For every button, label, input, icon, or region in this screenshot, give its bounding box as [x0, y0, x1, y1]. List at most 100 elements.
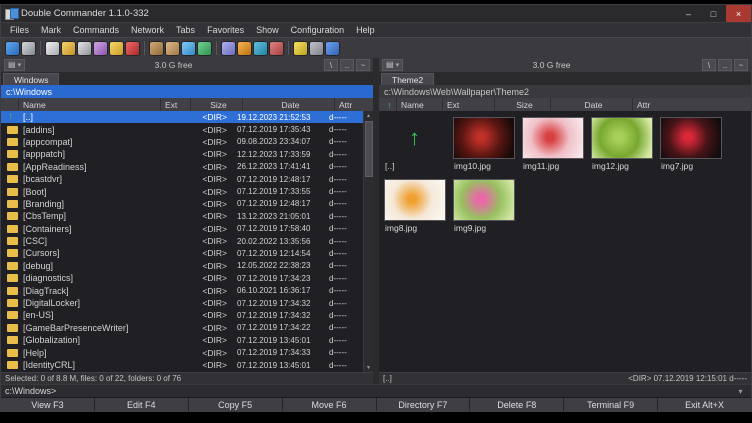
file-row[interactable]: [AppReadiness]<DIR>26.12.2023 17:41:41d-… — [1, 161, 363, 173]
search-icon[interactable] — [182, 42, 195, 55]
right-parent-dir-button[interactable]: .. — [718, 59, 732, 71]
file-row[interactable]: [apppatch]<DIR>12.12.2023 17:33:59d----- — [1, 148, 363, 160]
title-bar[interactable]: Double Commander 1.1.0-332 – □ × — [1, 5, 751, 22]
column-attr[interactable]: Attr — [633, 98, 751, 111]
column-ext[interactable]: Ext — [161, 98, 191, 111]
column-size[interactable]: Size — [495, 98, 551, 111]
scrollbar-thumb[interactable] — [365, 121, 373, 177]
fn-button-f6[interactable]: Move F6 — [283, 398, 376, 411]
command-history-dropdown-icon[interactable]: ▾ — [734, 387, 747, 396]
view-icon[interactable] — [46, 42, 59, 55]
column-icon[interactable] — [1, 98, 19, 111]
left-home-dir-button[interactable]: ~ — [356, 59, 370, 71]
left-root-dir-button[interactable]: \ — [324, 59, 338, 71]
fn-button-alt-x[interactable]: Exit Alt+X — [658, 398, 751, 411]
configuration-icon[interactable] — [310, 42, 323, 55]
new-folder-icon[interactable] — [110, 42, 123, 55]
move-icon[interactable] — [94, 42, 107, 55]
file-row[interactable]: [Cursors]<DIR>07.12.2019 12:14:54d----- — [1, 247, 363, 259]
thumbnail-item[interactable]: img8.jpg — [380, 178, 449, 233]
file-row[interactable]: [IdentityCRL]<DIR>07.12.2019 13:45:01d--… — [1, 359, 363, 371]
file-row[interactable]: [Boot]<DIR>07.12.2019 17:33:55d----- — [1, 185, 363, 197]
fn-button-f4[interactable]: Edit F4 — [95, 398, 188, 411]
file-row[interactable]: [diagnostics]<DIR>07.12.2019 17:34:23d--… — [1, 272, 363, 284]
fn-button-f8[interactable]: Delete F8 — [470, 398, 563, 411]
fn-button-f3[interactable]: View F3 — [1, 398, 94, 411]
file-size: <DIR> — [181, 310, 233, 320]
edit-icon[interactable] — [62, 42, 75, 55]
file-row[interactable]: [Containers]<DIR>07.12.2019 17:58:40d---… — [1, 223, 363, 235]
compare-icon[interactable] — [238, 42, 251, 55]
menu-item-show[interactable]: Show — [250, 25, 285, 35]
file-row[interactable]: [debug]<DIR>12.05.2022 22:38:23d----- — [1, 260, 363, 272]
left-parent-dir-button[interactable]: .. — [340, 59, 354, 71]
file-row[interactable]: [DiagTrack]<DIR>06.10.2021 16:36:17d----… — [1, 284, 363, 296]
thumbnail-item[interactable]: img9.jpg — [449, 178, 518, 233]
left-drive-selector[interactable]: ▤ ▾ — [4, 59, 25, 71]
tab-windows[interactable]: Windows — [3, 73, 59, 85]
file-row[interactable]: [bcastdvr]<DIR>07.12.2019 12:48:17d----- — [1, 173, 363, 185]
unpack-icon[interactable] — [166, 42, 179, 55]
copy-icon[interactable] — [78, 42, 91, 55]
minimize-button[interactable]: – — [676, 5, 701, 22]
column-name[interactable]: Name — [397, 98, 443, 111]
maximize-button[interactable]: □ — [701, 5, 726, 22]
file-row[interactable]: [CbsTemp]<DIR>13.12.2023 21:05:01d----- — [1, 210, 363, 222]
right-drive-selector[interactable]: ▤ ▾ — [382, 59, 403, 71]
sync-dirs-icon[interactable] — [198, 42, 211, 55]
delete-icon[interactable] — [126, 42, 139, 55]
thumbnail-item[interactable]: img7.jpg — [656, 116, 725, 171]
fn-button-f5[interactable]: Copy F5 — [189, 398, 282, 411]
column-attr[interactable]: Attr — [335, 98, 373, 111]
file-row[interactable]: [addins]<DIR>07.12.2019 17:35:43d----- — [1, 123, 363, 135]
menu-item-mark[interactable]: Mark — [35, 25, 67, 35]
fn-button-f9[interactable]: Terminal F9 — [564, 398, 657, 411]
file-row[interactable]: [en-US]<DIR>07.12.2019 17:34:32d----- — [1, 309, 363, 321]
sort-ascending-icon[interactable]: ↑ — [379, 98, 397, 111]
file-row[interactable]: [DigitalLocker]<DIR>07.12.2019 17:34:32d… — [1, 297, 363, 309]
menu-item-favorites[interactable]: Favorites — [201, 25, 250, 35]
menu-item-network[interactable]: Network — [125, 25, 170, 35]
thumbnail-item[interactable]: ↑[..] — [380, 116, 449, 171]
tab-theme2[interactable]: Theme2 — [381, 73, 434, 85]
scroll-up-icon[interactable]: ▲ — [364, 111, 373, 120]
folder-icon — [7, 336, 18, 344]
menu-item-commands[interactable]: Commands — [67, 25, 125, 35]
fn-button-f7[interactable]: Directory F7 — [377, 398, 470, 411]
favorites-icon[interactable] — [294, 42, 307, 55]
command-input[interactable] — [56, 385, 734, 397]
network-disconnect-icon[interactable] — [270, 42, 283, 55]
help-icon[interactable] — [326, 42, 339, 55]
right-root-dir-button[interactable]: \ — [702, 59, 716, 71]
column-date[interactable]: Date — [243, 98, 335, 111]
file-row[interactable]: [CSC]<DIR>20.02.2022 13:35:56d----- — [1, 235, 363, 247]
menu-item-configuration[interactable]: Configuration — [285, 25, 351, 35]
network-connect-icon[interactable] — [254, 42, 267, 55]
multi-rename-icon[interactable] — [222, 42, 235, 55]
thumbnail-item[interactable]: img10.jpg — [449, 116, 518, 171]
menu-item-tabs[interactable]: Tabs — [170, 25, 201, 35]
right-home-dir-button[interactable]: ~ — [734, 59, 748, 71]
left-scrollbar[interactable]: ▲ ▼ — [363, 111, 373, 372]
menu-item-files[interactable]: Files — [4, 25, 35, 35]
left-path-bar[interactable]: c:\Windows — [1, 85, 373, 98]
file-row[interactable]: [Globalization]<DIR>07.12.2019 13:45:01d… — [1, 334, 363, 346]
column-name[interactable]: Name — [19, 98, 161, 111]
file-row[interactable]: [appcompat]<DIR>09.08.2023 23:34:07d----… — [1, 136, 363, 148]
run-terminal-icon[interactable] — [22, 42, 35, 55]
file-row[interactable]: [Help]<DIR>07.12.2019 17:34:33d----- — [1, 346, 363, 358]
scroll-down-icon[interactable]: ▼ — [364, 363, 373, 372]
column-size[interactable]: Size — [191, 98, 243, 111]
column-ext[interactable]: Ext — [443, 98, 495, 111]
column-date[interactable]: Date — [551, 98, 633, 111]
menu-item-help[interactable]: Help — [350, 25, 381, 35]
refresh-icon[interactable] — [6, 42, 19, 55]
thumbnail-item[interactable]: img12.jpg — [587, 116, 656, 171]
file-row[interactable]: [Branding]<DIR>07.12.2019 12:48:17d----- — [1, 198, 363, 210]
file-row[interactable]: ↑[..]<DIR>19.12.2023 21:52:53d----- — [1, 111, 363, 123]
thumbnail-item[interactable]: img11.jpg — [518, 116, 587, 171]
file-row[interactable]: [GameBarPresenceWriter]<DIR>07.12.2019 1… — [1, 322, 363, 334]
pack-icon[interactable] — [150, 42, 163, 55]
close-button[interactable]: × — [726, 5, 751, 22]
right-path-bar[interactable]: c:\Windows\Web\Wallpaper\Theme2 — [379, 85, 751, 98]
